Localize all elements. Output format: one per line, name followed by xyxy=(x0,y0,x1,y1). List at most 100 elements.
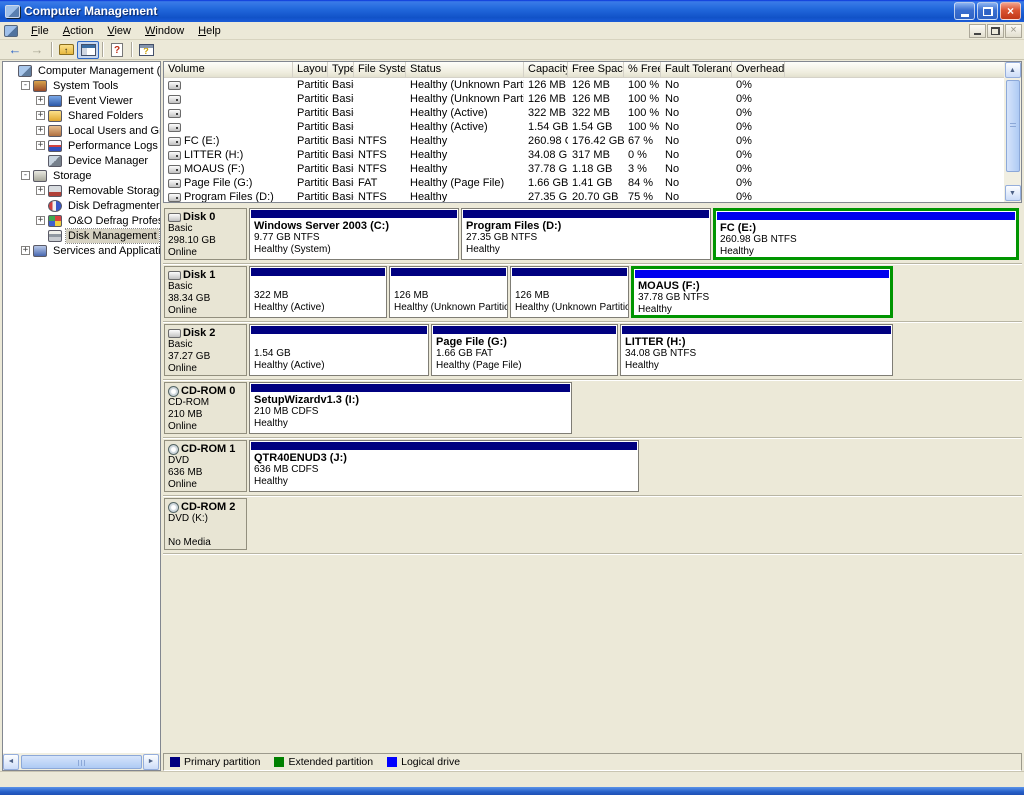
expand-plus-icon[interactable]: + xyxy=(21,246,30,255)
event-viewer-icon xyxy=(48,95,62,107)
disk-label-cd-rom-1[interactable]: CD-ROM 1DVD636 MBOnline xyxy=(164,440,247,492)
minimize-button[interactable] xyxy=(954,2,975,20)
tree-item-removable-storage[interactable]: +Removable Storage xyxy=(3,183,160,198)
partition-program-files-d[interactable]: Program Files (D:)27.35 GB NTFSHealthy xyxy=(461,208,711,260)
collapse-minus-icon[interactable]: - xyxy=(21,171,30,180)
column-header-file-system[interactable]: File System xyxy=(354,62,406,77)
scroll-left-button[interactable]: ◄ xyxy=(3,754,19,770)
cell-capacity: 260.98 GB xyxy=(524,134,568,148)
tree-item-event-viewer[interactable]: +Event Viewer xyxy=(3,93,160,108)
legend-bar: Primary partitionExtended partitionLogic… xyxy=(163,753,1022,771)
column-header-free-space[interactable]: Free Space xyxy=(568,62,624,77)
console-tree-toggle-button[interactable] xyxy=(77,41,99,59)
cell-ft: No xyxy=(661,148,732,162)
horizontal-scroll-thumb[interactable] xyxy=(21,755,142,769)
volume-row-unnamed-4[interactable]: PartitionBasicHealthy (Active)1.54 GB1.5… xyxy=(164,120,1021,134)
column-header-capacity[interactable]: Capacity xyxy=(524,62,568,77)
column-header-status[interactable]: Status xyxy=(406,62,524,77)
column-header-overhead[interactable]: Overhead xyxy=(732,62,785,77)
restore-button[interactable] xyxy=(977,2,998,20)
vertical-scroll-thumb[interactable] xyxy=(1006,80,1020,172)
expand-plus-icon[interactable]: + xyxy=(36,111,45,120)
partition-qtr40enud3-j[interactable]: QTR40ENUD3 (J:)636 MB CDFSHealthy xyxy=(249,440,639,492)
expand-plus-icon[interactable]: + xyxy=(36,96,45,105)
tree-item-disk-defragmenter[interactable]: Disk Defragmenter xyxy=(3,198,160,213)
tree-item-shared-folders[interactable]: + Shared Folders xyxy=(3,108,160,123)
partition-page-file-g[interactable]: Page File (G:)1.66 GB FATHealthy (Page F… xyxy=(431,324,618,376)
partition-size: 9.77 GB NTFS xyxy=(250,232,458,244)
column-header-type[interactable]: Type xyxy=(328,62,354,77)
tree-item-performance-logs-and-alerts[interactable]: +Performance Logs and Alerts xyxy=(3,138,160,153)
close-button[interactable]: × xyxy=(1000,2,1021,20)
back-button[interactable]: ← xyxy=(4,41,26,59)
menu-item-window[interactable]: Window xyxy=(138,23,191,39)
volume-row-unnamed-2[interactable]: PartitionBasicHealthy (Unknown Partition… xyxy=(164,92,1021,106)
expand-plus-icon[interactable]: + xyxy=(36,141,45,150)
scroll-right-button[interactable]: ► xyxy=(143,754,159,770)
menu-item-file[interactable]: File xyxy=(24,23,56,39)
tree-item-o-o-defrag-professional-edi[interactable]: +O&O Defrag Professional Edi xyxy=(3,213,160,228)
tree-item-disk-management[interactable]: Disk Management xyxy=(3,228,160,243)
volume-row-fc-e[interactable]: FC (E:)PartitionBasicNTFSHealthy260.98 G… xyxy=(164,134,1021,148)
tree-item-storage[interactable]: -Storage xyxy=(3,168,160,183)
partition-title: FC (E:) xyxy=(716,222,1016,234)
tree-item-label: Shared Folders xyxy=(66,109,145,123)
partition-size: 636 MB CDFS xyxy=(250,464,638,476)
volume-row-unnamed-3[interactable]: PartitionBasicHealthy (Active)322 MB322 … xyxy=(164,106,1021,120)
menu-item-action[interactable]: Action xyxy=(56,23,101,39)
tree-item-local-users-and-groups[interactable]: +Local Users and Groups xyxy=(3,123,160,138)
partition-size: 1.54 GB xyxy=(250,348,428,360)
volume-list-scrollbar[interactable]: ▲ ▼ xyxy=(1004,62,1021,202)
volume-row-program-files-d[interactable]: Program Files (D:)PartitionBasicNTFSHeal… xyxy=(164,190,1021,203)
expand-plus-icon[interactable]: + xyxy=(36,186,45,195)
scroll-down-button[interactable]: ▼ xyxy=(1005,185,1021,201)
tree-item-system-tools[interactable]: -System Tools xyxy=(3,78,160,93)
tree-horizontal-scrollbar[interactable]: ◄ ► xyxy=(3,753,160,770)
collapse-minus-icon[interactable]: - xyxy=(21,81,30,90)
cell-layout: Partition xyxy=(293,78,328,92)
menu-item-view[interactable]: View xyxy=(100,23,138,39)
mdi-minimize-button[interactable] xyxy=(969,24,986,38)
scroll-up-button[interactable]: ▲ xyxy=(1005,62,1021,78)
tree-item-computer-management-local[interactable]: Computer Management (Local) xyxy=(3,63,160,78)
partition-126-mb[interactable]: 126 MBHealthy (Unknown Partition) xyxy=(510,266,629,318)
partition-moaus-f[interactable]: MOAUS (F:)37.78 GB NTFSHealthy xyxy=(631,266,893,318)
volume-row-unnamed-1[interactable]: PartitionBasicHealthy (Unknown Partition… xyxy=(164,78,1021,92)
tree-item-services-and-applications[interactable]: +Services and Applications xyxy=(3,243,160,258)
expand-plus-icon[interactable]: + xyxy=(36,126,45,135)
column-header-fault-tolerance[interactable]: Fault Tolerance xyxy=(661,62,732,77)
cell-ft: No xyxy=(661,176,732,190)
disk-label-cd-rom-0[interactable]: CD-ROM 0CD-ROM210 MBOnline xyxy=(164,382,247,434)
disk-label-disk-1[interactable]: Disk 1Basic38.34 GBOnline xyxy=(164,266,247,318)
volume-row-moaus-f[interactable]: MOAUS (F:)PartitionBasicNTFSHealthy37.78… xyxy=(164,162,1021,176)
column-header-volume[interactable]: Volume xyxy=(164,62,293,77)
partition-type-stripe xyxy=(251,268,385,276)
tree-item-device-manager[interactable]: Device Manager xyxy=(3,153,160,168)
expand-plus-icon[interactable]: + xyxy=(36,216,45,225)
partition-126-mb[interactable]: 126 MBHealthy (Unknown Partition) xyxy=(389,266,508,318)
mdi-close-button[interactable]: × xyxy=(1005,24,1022,38)
partition-322-mb[interactable]: 322 MBHealthy (Active) xyxy=(249,266,387,318)
menu-item-help[interactable]: Help xyxy=(191,23,228,39)
up-one-level-button[interactable]: ↑ xyxy=(55,41,77,59)
disk-label-disk-2[interactable]: Disk 2Basic37.27 GBOnline xyxy=(164,324,247,376)
volume-row-page-file-g[interactable]: Page File (G:)PartitionBasicFATHealthy (… xyxy=(164,176,1021,190)
partition-1-54-gb[interactable]: 1.54 GBHealthy (Active) xyxy=(249,324,429,376)
cell-type: Basic xyxy=(328,148,354,162)
partition-fc-e[interactable]: FC (E:)260.98 GB NTFSHealthy xyxy=(713,208,1019,260)
mdi-restore-button[interactable] xyxy=(987,24,1004,38)
disk-label-cd-rom-2[interactable]: CD-ROM 2DVD (K:)No Media xyxy=(164,498,247,550)
forward-button[interactable]: → xyxy=(26,41,48,59)
partition-windows-server-2003-c[interactable]: Windows Server 2003 (C:)9.77 GB NTFSHeal… xyxy=(249,208,459,260)
properties-button[interactable]: ? xyxy=(106,41,128,59)
window-title: Computer Management xyxy=(24,4,952,18)
column-header-free[interactable]: % Free xyxy=(624,62,661,77)
partition-setupwizardv1-3-i[interactable]: SetupWizardv1.3 (I:)210 MB CDFSHealthy xyxy=(249,382,572,434)
column-header-layout[interactable]: Layout xyxy=(293,62,328,77)
disk-label-disk-0[interactable]: Disk 0Basic298.10 GBOnline xyxy=(164,208,247,260)
console-tree: Computer Management (Local)-System Tools… xyxy=(3,63,160,752)
help-button[interactable]: ? xyxy=(135,41,157,59)
partition-litter-h[interactable]: LITTER (H:)34.08 GB NTFSHealthy xyxy=(620,324,893,376)
volume-drive-icon xyxy=(168,193,181,202)
volume-row-litter-h[interactable]: LITTER (H:)PartitionBasicNTFSHealthy34.0… xyxy=(164,148,1021,162)
